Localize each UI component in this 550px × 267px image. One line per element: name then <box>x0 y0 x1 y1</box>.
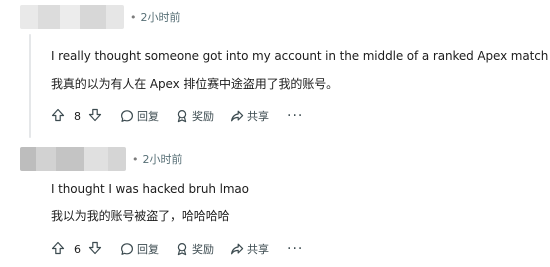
share-icon <box>230 109 244 123</box>
reply-icon <box>120 109 134 123</box>
share-button[interactable]: 共享 <box>230 241 269 257</box>
more-icon[interactable]: ··· <box>287 241 303 257</box>
reply-button[interactable]: 回复 <box>120 241 159 257</box>
award-button[interactable]: 奖励 <box>175 108 214 124</box>
upvote-icon[interactable] <box>51 108 65 125</box>
comment-1: • 2小时前 I really thought someone got into… <box>0 0 550 135</box>
share-label: 共享 <box>247 243 269 256</box>
reply-label: 回复 <box>137 110 159 123</box>
comment-text-english: I thought I was hacked bruh lmao <box>51 182 249 196</box>
separator-dot: • <box>132 152 139 166</box>
comment-actions: 6 回复 奖励 共享 ··· <box>51 237 303 261</box>
upvote-icon[interactable] <box>51 241 65 258</box>
vote-group: 6 <box>51 241 102 258</box>
comment-text-chinese: 我真的以为有人在 Apex 排位赛中途盗用了我的账号。 <box>51 77 339 91</box>
separator-dot: • <box>130 10 137 24</box>
award-button[interactable]: 奖励 <box>175 241 214 257</box>
more-icon[interactable]: ··· <box>287 108 303 124</box>
comment-2: • 2小时前 I thought I was hacked bruh lmao … <box>0 135 550 267</box>
comment-time: 2小时前 <box>142 153 183 166</box>
redacted-username[interactable] <box>20 147 126 171</box>
comment-meta: • 2小时前 <box>20 144 183 174</box>
vote-count: 8 <box>74 109 81 123</box>
award-icon <box>175 242 189 256</box>
comment-actions: 8 回复 奖励 共享 ··· <box>51 104 303 128</box>
vote-group: 8 <box>51 108 102 125</box>
share-button[interactable]: 共享 <box>230 108 269 124</box>
share-icon <box>230 242 244 256</box>
comment-text-english: I really thought someone got into my acc… <box>51 49 550 63</box>
share-label: 共享 <box>247 110 269 123</box>
comment-time: 2小时前 <box>140 11 181 24</box>
reply-icon <box>120 242 134 256</box>
reply-label: 回复 <box>137 243 159 256</box>
award-icon <box>175 109 189 123</box>
redacted-username[interactable] <box>20 5 124 29</box>
comment-meta: • 2小时前 <box>20 2 181 32</box>
comment-text-chinese: 我以为我的账号被盗了，哈哈哈哈 <box>51 209 230 223</box>
award-label: 奖励 <box>192 110 214 123</box>
downvote-icon[interactable] <box>88 108 102 125</box>
award-label: 奖励 <box>192 243 214 256</box>
reply-button[interactable]: 回复 <box>120 108 159 124</box>
downvote-icon[interactable] <box>88 241 102 258</box>
vote-count: 6 <box>74 242 81 256</box>
